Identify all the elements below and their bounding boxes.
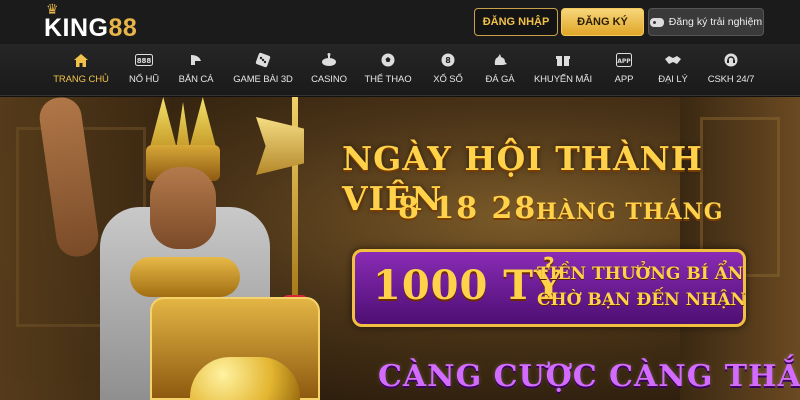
top-header: ♛ KING88 ĐĂNG NHẬP ĐĂNG KÝ Đăng ký trải … (0, 0, 800, 44)
crown-icon: ♛ (46, 1, 59, 17)
roulette-icon (321, 50, 337, 70)
soccer-ball-icon (381, 50, 395, 70)
king88-logo[interactable]: ♛ KING88 (44, 1, 164, 42)
nav-item-khuyen-mai[interactable]: KHUYẾN MÃI (532, 50, 594, 92)
main-nav: TRANG CHỦ 888 NỔ HŨ BẮN CÁ GAME BÀI 3D C… (0, 44, 800, 96)
rooster-icon (492, 50, 508, 70)
nav-label: THỂ THAO (364, 74, 412, 85)
nav-item-the-thao[interactable]: THỂ THAO (364, 50, 412, 92)
nav-item-da-ga[interactable]: ĐÁ GÀ (482, 50, 518, 92)
slot-machine-icon: 888 (135, 50, 153, 70)
nav-item-home[interactable]: TRANG CHỦ (52, 50, 110, 92)
nav-item-cskh[interactable]: CSKH 24/7 (706, 50, 756, 92)
logo-text-suffix: 88 (108, 14, 138, 42)
nav-label: BẮN CÁ (178, 74, 214, 85)
trial-register-label: Đăng ký trải nghiệm (668, 16, 763, 28)
home-icon (74, 50, 88, 70)
svg-text:888: 888 (137, 57, 152, 65)
svg-text:APP: APP (617, 58, 631, 65)
fish-icon (189, 50, 203, 70)
nav-item-casino[interactable]: CASINO (308, 50, 350, 92)
nav-label: ĐẠI LÝ (658, 74, 688, 85)
logo-text-prefix: KING (44, 14, 109, 42)
app-icon: APP (616, 50, 632, 70)
banner-dates: 8 18 28 (398, 191, 538, 226)
nav-label: CSKH 24/7 (707, 74, 755, 85)
nav-label: GAME BÀI 3D (233, 74, 293, 85)
banner-dates-suffix: HÀNG THÁNG (536, 199, 724, 225)
nav-label: APP (614, 74, 634, 85)
prize-amount: 1000 TỶ (373, 262, 564, 309)
prize-box: 1000 TỶ TIỀN THƯỞNG BÍ ẨN CHỜ BẠN ĐẾN NH… (352, 249, 746, 327)
login-button[interactable]: ĐĂNG NHẬP (474, 8, 558, 36)
nav-item-game-bai[interactable]: GAME BÀI 3D (232, 50, 294, 92)
promo-banner[interactable]: NGÀY HỘI THÀNH VIÊN 8 18 28 HÀNG THÁNG 1… (0, 97, 800, 400)
gamepad-icon (649, 17, 664, 27)
handshake-icon (664, 50, 682, 70)
dice-icon (255, 50, 271, 70)
nav-label: KHUYẾN MÃI (533, 74, 593, 85)
prize-text-line1: TIỀN THƯỞNG BÍ ẨN (537, 264, 744, 284)
register-button[interactable]: ĐĂNG KÝ (561, 8, 644, 36)
nav-label: NỔ HŨ (128, 74, 160, 85)
nav-label: TRANG CHỦ (53, 74, 109, 85)
banner-slogan: CÀNG CƯỢC CÀNG THẮNG (378, 359, 800, 394)
nav-label: XỔ SỐ (433, 74, 463, 85)
nav-item-xo-so[interactable]: 8 XỔ SỐ (430, 50, 466, 92)
nav-item-dai-ly[interactable]: ĐẠI LÝ (654, 50, 692, 92)
nav-label: CASINO (311, 74, 347, 85)
prize-text-line2: CHỜ BẠN ĐẾN NHẬN (537, 290, 746, 310)
nav-item-no-hu[interactable]: 888 NỔ HŨ (124, 50, 164, 92)
gift-icon (556, 50, 570, 70)
nav-label: ĐÁ GÀ (485, 74, 515, 85)
lottery-ball-icon: 8 (441, 50, 455, 70)
support-icon (724, 50, 738, 70)
nav-item-app[interactable]: APP APP (608, 50, 640, 92)
trial-register-button[interactable]: Đăng ký trải nghiệm (648, 8, 764, 36)
svg-text:8: 8 (445, 56, 451, 65)
nav-item-ban-ca[interactable]: BẮN CÁ (176, 50, 216, 92)
